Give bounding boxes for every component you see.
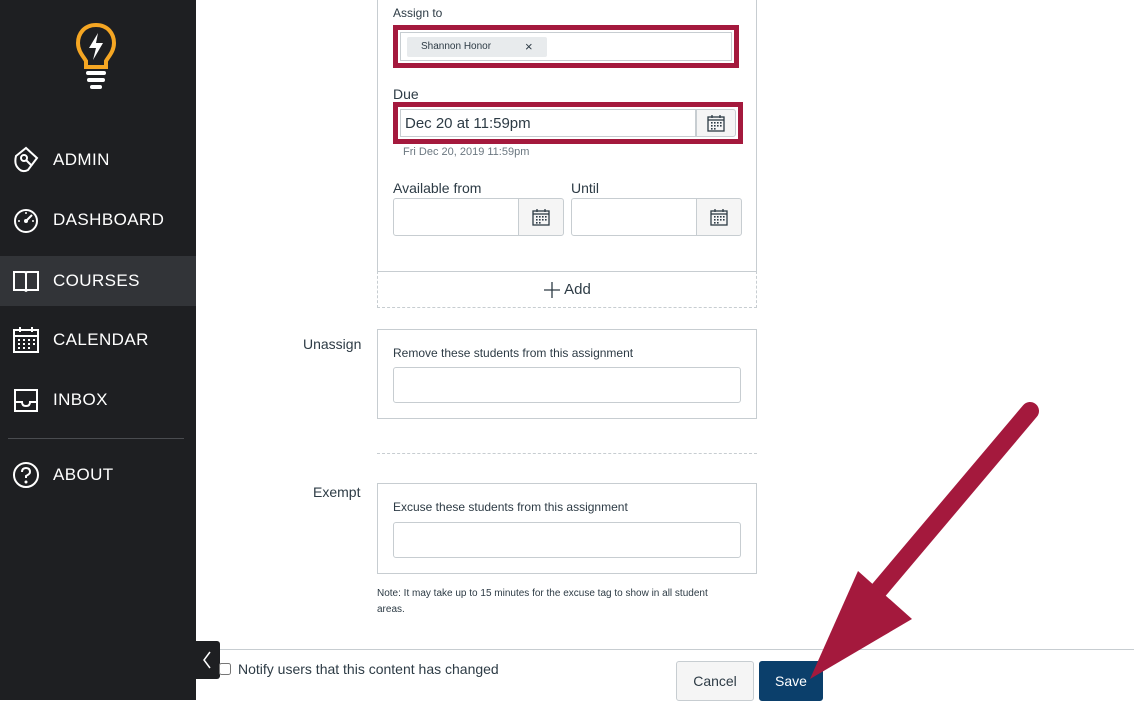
nav-item-inbox[interactable]: INBOX <box>0 375 196 425</box>
due-date-input[interactable]: Dec 20 at 11:59pm <box>400 109 696 137</box>
unassign-input[interactable] <box>393 367 741 403</box>
due-calendar-button[interactable] <box>696 109 736 137</box>
nav-label: ADMIN <box>53 150 110 169</box>
nav-item-calendar[interactable]: CALENDAR <box>0 315 196 365</box>
save-button[interactable]: Save <box>759 661 823 701</box>
plus-icon <box>544 281 561 298</box>
nav-label: COURSES <box>53 271 140 290</box>
calendar-icon <box>710 209 728 226</box>
exempt-input[interactable] <box>393 522 741 558</box>
due-highlight: Dec 20 at 11:59pm <box>393 102 743 144</box>
nav-item-courses[interactable]: COURSES <box>0 256 196 306</box>
unassign-label: Unassign <box>303 336 362 352</box>
available-from-input[interactable] <box>393 198 519 236</box>
calendar-icon <box>532 209 550 226</box>
add-assignment-button[interactable]: Add <box>377 271 757 308</box>
annotation-arrow-icon <box>810 402 1039 679</box>
nav-item-about[interactable]: ABOUT <box>0 450 196 500</box>
book-icon <box>13 271 39 292</box>
nav-label: DASHBOARD <box>53 210 165 229</box>
until-input[interactable] <box>571 198 697 236</box>
collapse-sidebar-button[interactable] <box>196 641 220 679</box>
nav-item-admin[interactable]: ADMIN <box>0 135 196 185</box>
footer-divider <box>220 649 1134 650</box>
lightbulb-logo-icon[interactable] <box>74 22 118 90</box>
calendar-icon <box>13 327 39 353</box>
help-circle-icon <box>13 462 39 488</box>
remove-assignee-icon[interactable]: × <box>525 39 533 54</box>
exempt-label: Exempt <box>313 484 361 500</box>
exempt-note: Note: It may take up to 15 minutes for t… <box>377 588 708 615</box>
close-icon[interactable] <box>718 0 736 4</box>
available-from-calendar-button[interactable] <box>518 198 564 236</box>
until-label: Until <box>571 180 600 196</box>
notify-users-option[interactable]: Notify users that this content has chang… <box>219 661 499 677</box>
assignee-token: Shannon Honor × <box>407 37 547 57</box>
due-label: Due <box>393 86 419 102</box>
due-date-hint: Fri Dec 20, 2019 11:59pm <box>403 146 530 158</box>
nav-label: INBOX <box>53 390 108 409</box>
exempt-description: Excuse these students from this assignme… <box>393 500 628 514</box>
nav-label: CALENDAR <box>53 330 149 349</box>
notify-users-label: Notify users that this content has chang… <box>238 661 499 677</box>
calendar-icon <box>707 115 725 132</box>
nav-item-dashboard[interactable]: DASHBOARD <box>0 195 196 245</box>
chevron-left-icon <box>203 651 211 669</box>
nav-divider <box>8 438 184 439</box>
notify-users-checkbox[interactable] <box>219 663 231 675</box>
inbox-icon <box>14 389 38 412</box>
assignee-name: Shannon Honor <box>421 41 492 52</box>
section-divider <box>377 453 757 454</box>
assign-to-highlight: Shannon Honor × <box>393 25 739 68</box>
assign-to-label: Assign to <box>393 6 443 20</box>
sidebar-nav: ADMIN DASHBOARD COURSES CALENDAR INBOX A… <box>0 0 196 700</box>
speedometer-icon <box>14 209 38 233</box>
unassign-description: Remove these students from this assignme… <box>393 346 634 360</box>
add-label: Add <box>564 281 591 298</box>
admin-shield-icon <box>14 146 39 173</box>
assign-to-input[interactable]: Shannon Honor × <box>400 32 732 61</box>
cancel-button[interactable]: Cancel <box>676 661 754 701</box>
until-calendar-button[interactable] <box>696 198 742 236</box>
available-from-label: Available from <box>393 180 482 196</box>
nav-label: ABOUT <box>53 465 114 484</box>
